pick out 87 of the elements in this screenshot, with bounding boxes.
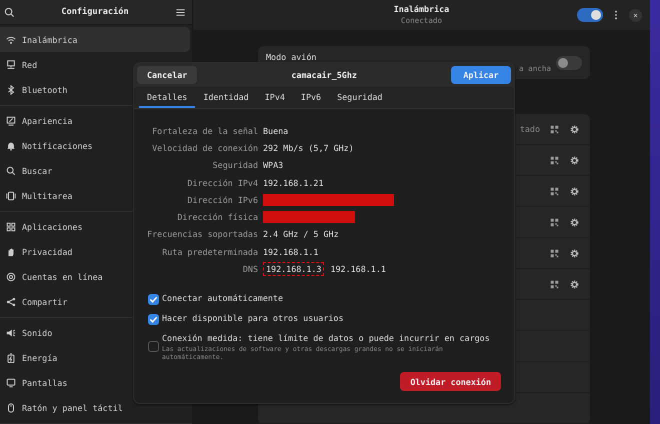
sidebar-label: Red bbox=[22, 60, 38, 70]
bell-icon bbox=[6, 140, 16, 150]
sidebar-label: Cuentas en línea bbox=[22, 272, 103, 282]
option-label: Hacer disponible para otros usuarios bbox=[162, 312, 344, 324]
tab[interactable]: IPv4 bbox=[256, 87, 293, 108]
forget-button[interactable]: Olvidar conexión bbox=[400, 372, 501, 391]
screen-icon bbox=[6, 116, 16, 126]
detail-label: Fortaleza de la señal bbox=[151, 126, 258, 136]
bluetooth-icon bbox=[6, 84, 16, 94]
detail-value: 192.168.1.1 bbox=[329, 263, 387, 276]
sidebar-label: Pantallas bbox=[22, 378, 68, 388]
checkbox[interactable] bbox=[148, 340, 159, 352]
sidebar-label: Multitarea bbox=[22, 190, 72, 200]
sidebar-label: Bluetooth bbox=[22, 84, 68, 94]
detail-value: Buena bbox=[263, 126, 288, 136]
at-icon bbox=[6, 272, 16, 282]
sidebar-item[interactable]: Inalámbrica bbox=[0, 27, 190, 52]
monitor-icon bbox=[6, 378, 16, 388]
checkbox[interactable] bbox=[148, 314, 159, 325]
detail-value: 2.4 GHz / 5 GHz bbox=[263, 229, 339, 240]
airplane-switch[interactable] bbox=[556, 56, 582, 70]
settings-icon bbox=[569, 124, 580, 134]
speaker-icon bbox=[6, 328, 16, 338]
windows-icon bbox=[6, 190, 16, 200]
sidebar-label: Inalámbrica bbox=[22, 34, 78, 44]
share-icon bbox=[6, 296, 16, 306]
tab[interactable]: Seguridad bbox=[329, 87, 390, 108]
qr-code-icon bbox=[550, 248, 559, 258]
settings-icon bbox=[569, 248, 580, 258]
settings-icon bbox=[569, 216, 580, 228]
tab[interactable]: Detalles bbox=[139, 87, 196, 108]
hand-icon bbox=[6, 246, 16, 256]
detail-label: Dirección IPv4 bbox=[186, 178, 258, 188]
detail-value: 292 Mb/s (5,7 GHz) bbox=[263, 142, 354, 153]
network-status: tado bbox=[520, 124, 540, 134]
detail-label: Dirección física bbox=[176, 212, 258, 222]
tab[interactable]: IPv6 bbox=[292, 87, 330, 108]
search-icon bbox=[6, 166, 16, 176]
sidebar-label: Apariencia bbox=[22, 116, 72, 126]
detail-label: Dirección IPv6 bbox=[186, 194, 258, 205]
sidebar-label: Privacidad bbox=[22, 246, 72, 256]
sidebar-label: Notificaciones bbox=[22, 140, 93, 150]
sidebar-item[interactable]: Pantallas bbox=[0, 370, 190, 395]
cancel-button[interactable]: Cancelar bbox=[137, 66, 198, 84]
grid-icon bbox=[6, 222, 16, 232]
sidebar-label: Aplicaciones bbox=[22, 222, 83, 232]
sidebar-item[interactable]: Cuentas en línea bbox=[0, 264, 190, 289]
detail-label: Seguridad bbox=[212, 160, 258, 170]
search-icon bbox=[4, 6, 15, 18]
battery-icon bbox=[6, 352, 16, 362]
sidebar-label: Buscar bbox=[22, 166, 52, 176]
wifi-icon bbox=[6, 34, 16, 44]
qr-code-icon bbox=[550, 124, 559, 134]
qr-code-icon bbox=[550, 280, 559, 288]
qr-code-icon bbox=[550, 156, 559, 164]
sidebar-label: Ratón y panel táctil bbox=[22, 402, 123, 412]
mouse-icon bbox=[6, 402, 16, 412]
detail-value: 192.168.1.21 bbox=[263, 178, 324, 188]
sidebar-label: Sonido bbox=[22, 328, 52, 338]
close-icon bbox=[632, 12, 639, 18]
detail-label: DNS bbox=[242, 264, 258, 274]
option-label: Conexión medida: tiene límite de datos o puede incurrir en cargos bbox=[162, 332, 491, 344]
checkbox[interactable] bbox=[148, 294, 159, 305]
airplane-label: Modo avión bbox=[266, 52, 316, 62]
settings-icon bbox=[569, 154, 580, 166]
close-button[interactable] bbox=[629, 8, 642, 22]
detail-value: 192.168.1.3 bbox=[263, 262, 324, 276]
settings-icon bbox=[569, 278, 580, 290]
detail-label: Frecuencias soportadas bbox=[146, 229, 258, 240]
sidebar-label: Energía bbox=[22, 352, 58, 362]
wifi-switch[interactable] bbox=[577, 8, 603, 22]
detail-label: Ruta predeterminada bbox=[161, 246, 258, 257]
page-title: Inalámbrica bbox=[394, 4, 450, 15]
settings-icon bbox=[569, 186, 580, 196]
dialog-title: camacair_5Ghz bbox=[290, 70, 358, 80]
detail-value: 192.168.1.1 bbox=[263, 246, 318, 257]
option-label: Conectar automáticamente bbox=[162, 292, 284, 304]
detail-label: Velocidad de conexión bbox=[151, 142, 258, 153]
qr-code-icon bbox=[550, 218, 559, 226]
sidebar-title: Configuración bbox=[61, 7, 129, 17]
tab[interactable]: Identidad bbox=[195, 87, 257, 108]
detail-value: WPA3 bbox=[263, 160, 284, 170]
menu-icon bbox=[174, 6, 186, 18]
qr-code-icon bbox=[550, 186, 559, 196]
computer-icon bbox=[6, 60, 16, 70]
sidebar-item[interactable]: Ratón y panel táctil bbox=[0, 395, 190, 420]
sidebar-label: Compartir bbox=[22, 296, 68, 306]
